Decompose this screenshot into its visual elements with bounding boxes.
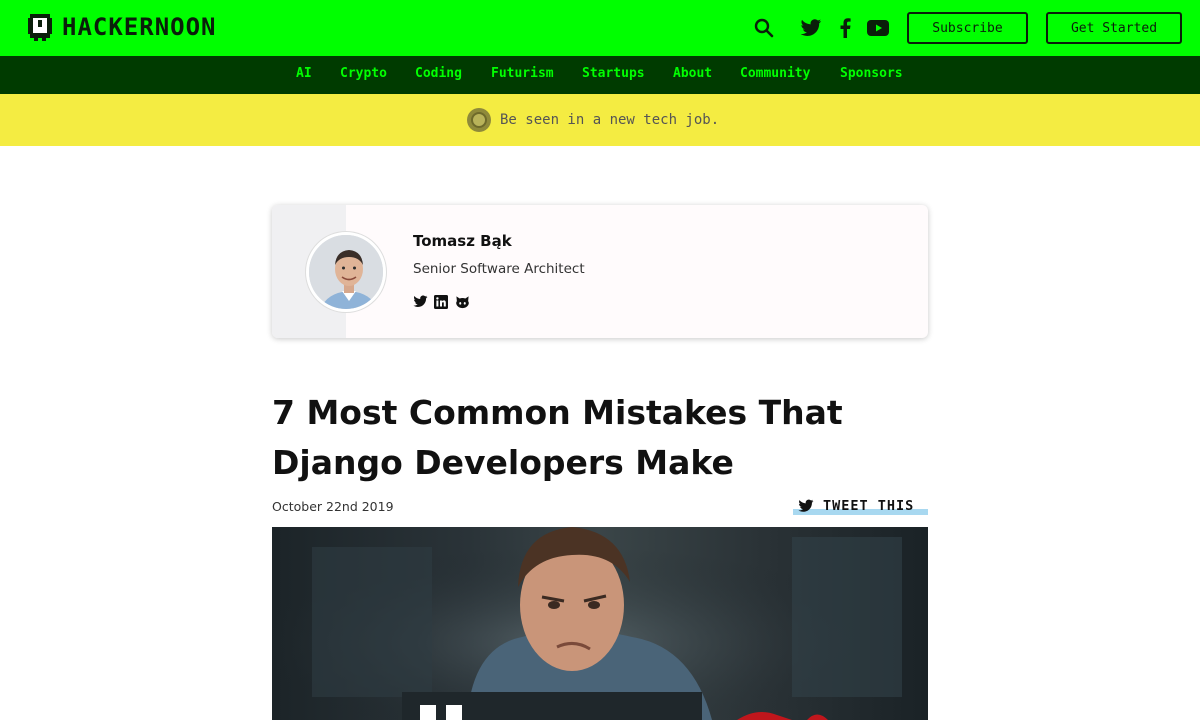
- author-card: Tomasz Bąk Senior Software Architect: [272, 205, 928, 338]
- article-title: 7 Most Common Mistakes That Django Devel…: [272, 393, 843, 482]
- nav-item-sponsors[interactable]: Sponsors: [840, 66, 903, 81]
- twitter-icon: [798, 499, 814, 512]
- tweet-this-label: TWEET THIS: [823, 498, 915, 514]
- nav-item-community[interactable]: Community: [740, 66, 810, 81]
- nav-item-ai[interactable]: AI: [296, 66, 312, 81]
- top-bar: HACKERNOON Subscribe Get Started: [0, 0, 1200, 56]
- nav-item-startups[interactable]: Startups: [582, 66, 645, 81]
- nav-item-futurism[interactable]: Futurism: [491, 66, 554, 81]
- facebook-icon[interactable]: [833, 16, 857, 40]
- banner-text[interactable]: Be seen in a new tech job.: [500, 112, 719, 128]
- avatar[interactable]: [306, 232, 386, 312]
- author-name[interactable]: Tomasz Bąk: [413, 232, 512, 250]
- twitter-icon[interactable]: [799, 16, 823, 40]
- linkedin-icon[interactable]: [434, 295, 449, 310]
- nav-item-about[interactable]: About: [673, 66, 712, 81]
- author-role: Senior Software Architect: [413, 261, 585, 277]
- logo-text: HACKERNOON: [62, 13, 217, 41]
- coin-icon: [467, 108, 491, 132]
- get-started-button[interactable]: Get Started: [1046, 12, 1182, 44]
- hackernoon-logo[interactable]: HACKERNOON: [26, 11, 217, 43]
- nav-item-coding[interactable]: Coding: [415, 66, 462, 81]
- category-nav: AI Crypto Coding Futurism Startups About…: [0, 56, 1200, 94]
- article-date: October 22nd 2019: [272, 499, 394, 514]
- article-hero-image: [272, 527, 928, 720]
- github-icon[interactable]: [455, 295, 470, 310]
- search-icon[interactable]: [752, 16, 776, 40]
- twitter-icon[interactable]: [413, 295, 428, 310]
- youtube-icon[interactable]: [866, 16, 890, 40]
- promo-banner: Be seen in a new tech job.: [0, 94, 1200, 146]
- tweet-this-button[interactable]: TWEET THIS: [793, 497, 928, 515]
- nav-item-crypto[interactable]: Crypto: [340, 66, 387, 81]
- subscribe-button[interactable]: Subscribe: [907, 12, 1028, 44]
- hackernoon-logo-icon: [28, 14, 52, 41]
- author-socials: [413, 295, 470, 310]
